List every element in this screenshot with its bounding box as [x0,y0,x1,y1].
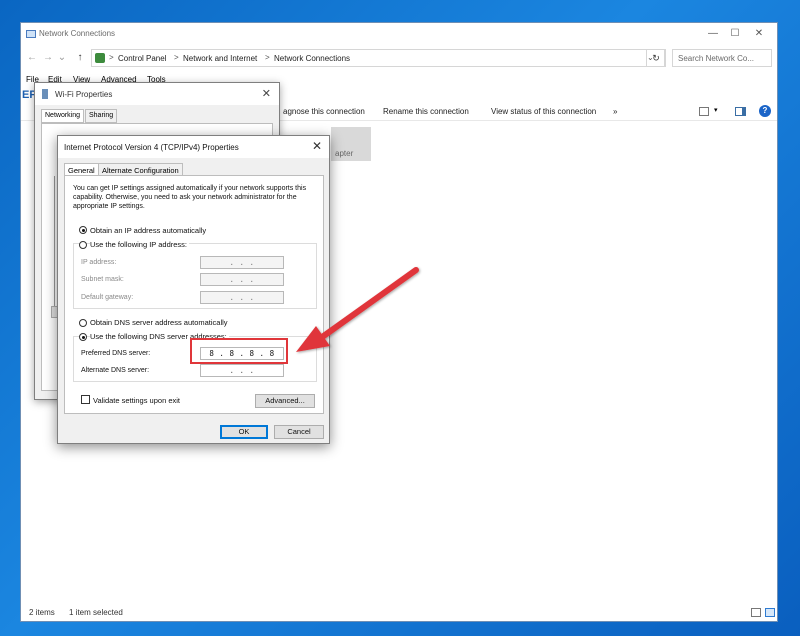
annotation-arrow-icon [296,267,419,352]
